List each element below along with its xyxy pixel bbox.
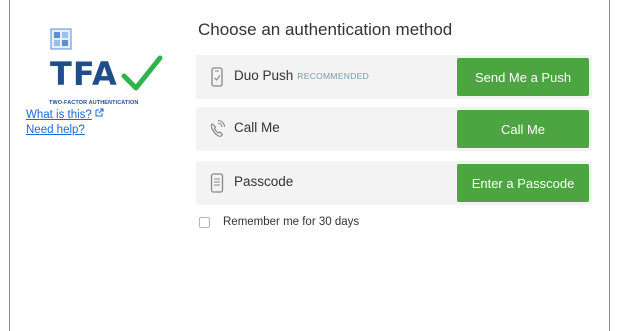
logo-subtitle: TWO-FACTOR AUTHENTICATION (49, 100, 139, 106)
help-links: What is this? Need help? (26, 108, 104, 138)
remember-me-row: Remember me for 30 days (196, 213, 359, 231)
method-call-me: Call Me Call Me (196, 107, 592, 151)
what-is-this-link[interactable]: What is this? (26, 108, 104, 123)
method-duo-push: Duo Push RECOMMENDED Send Me a Push (196, 55, 592, 99)
sidebar: TFA TWO-FACTOR AUTHENTICATION What is th… (26, 0, 176, 331)
auth-methods-panel: Choose an authentication method Duo Push… (196, 0, 612, 331)
duo-prompt-frame: TFA TWO-FACTOR AUTHENTICATION What is th… (9, 0, 610, 331)
call-me-button[interactable]: Call Me (457, 110, 589, 148)
method-name: Call Me (234, 120, 280, 135)
send-push-button[interactable]: Send Me a Push (457, 58, 589, 96)
method-label: Duo Push RECOMMENDED (234, 68, 369, 83)
checkmark-icon (121, 55, 163, 91)
phone-icon (211, 67, 223, 87)
passcode-icon (210, 173, 224, 193)
tfa-logo: TFA TWO-FACTOR AUTHENTICATION (34, 24, 174, 106)
need-help-link[interactable]: Need help? (26, 123, 104, 138)
method-passcode: Passcode Enter a Passcode (196, 161, 592, 205)
page-title: Choose an authentication method (198, 20, 453, 39)
enter-passcode-button[interactable]: Enter a Passcode (457, 164, 589, 202)
organization-seal-icon (50, 28, 72, 50)
remember-me-label[interactable]: Remember me for 30 days (223, 216, 359, 228)
recommended-badge: RECOMMENDED (297, 71, 370, 81)
what-is-this-label: What is this? (26, 109, 92, 121)
external-link-icon (95, 108, 104, 117)
method-name: Passcode (234, 174, 294, 189)
method-name: Duo Push (234, 68, 294, 83)
remember-me-checkbox[interactable] (199, 216, 210, 228)
logo-wordmark: TFA (50, 55, 118, 93)
phone-call-icon (210, 119, 226, 137)
